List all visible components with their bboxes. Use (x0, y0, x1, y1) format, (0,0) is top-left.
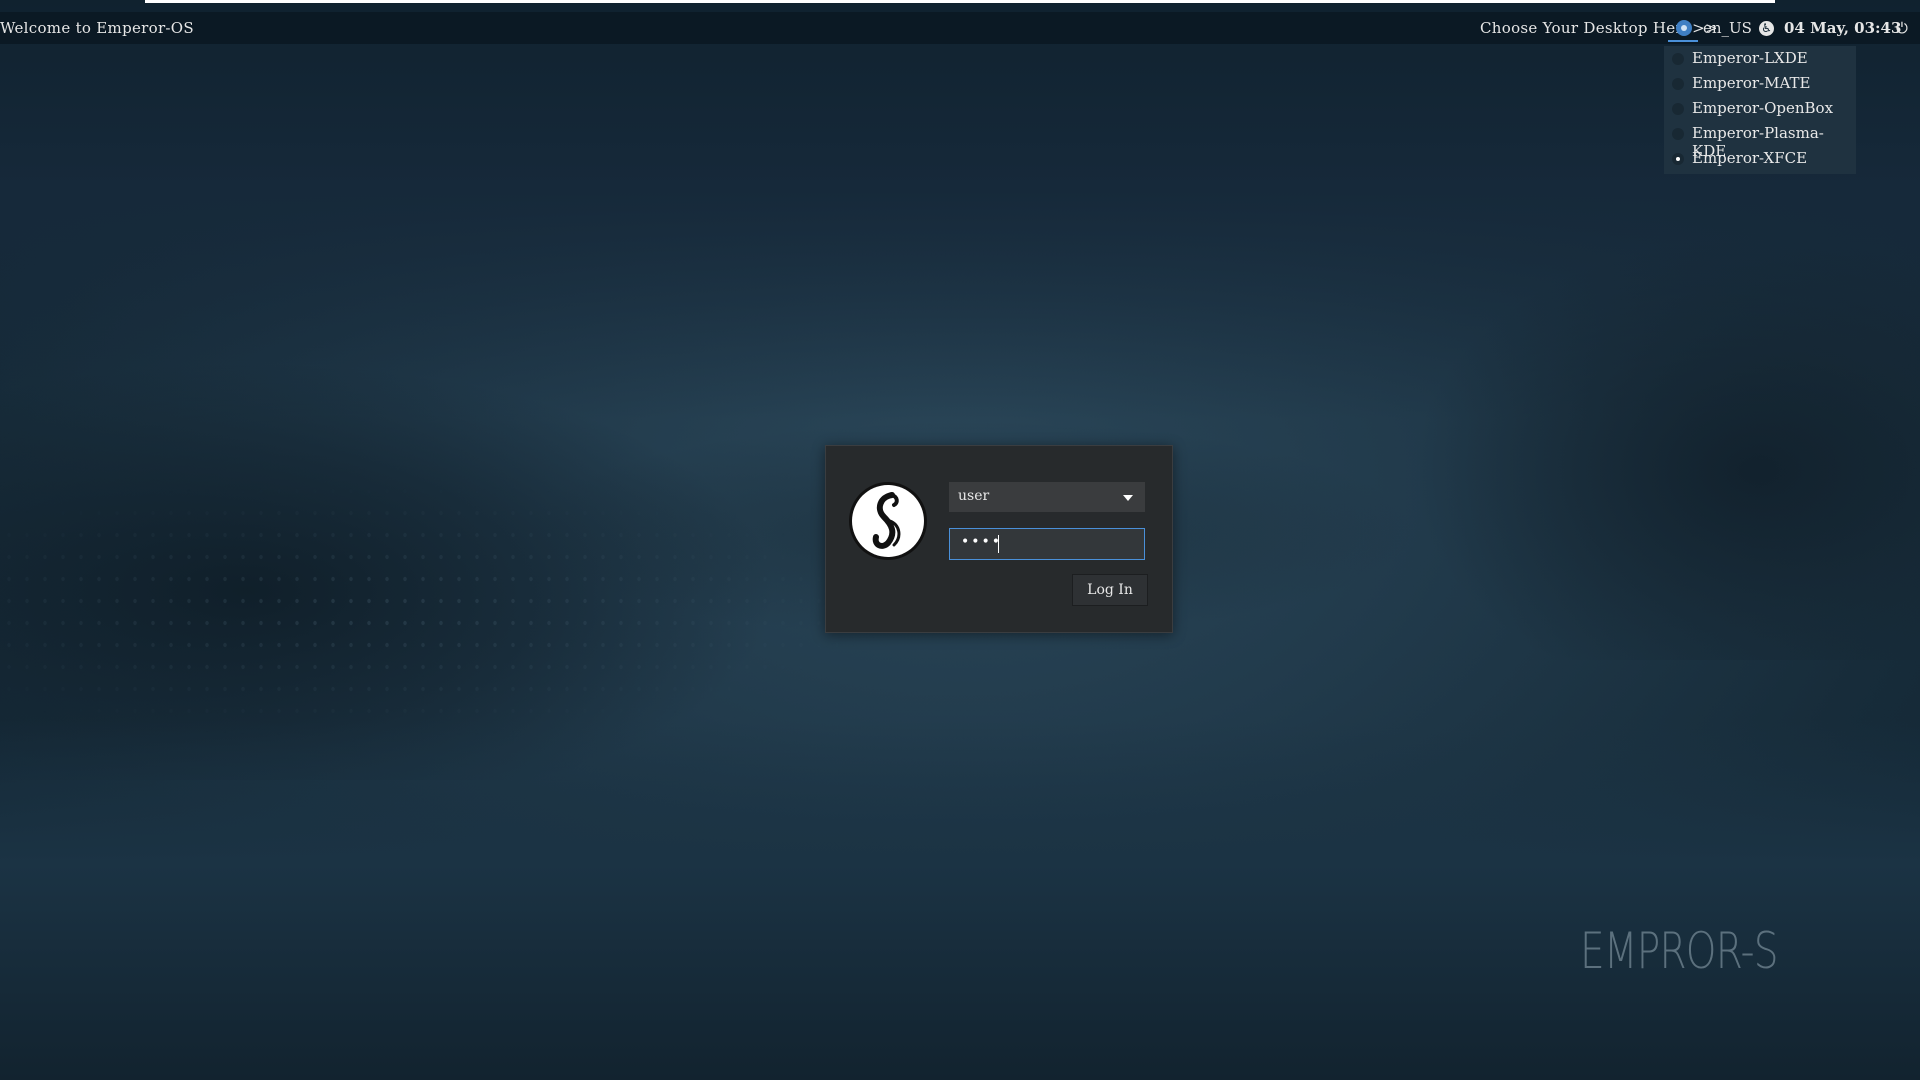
login-dialog: user •••• Log In (825, 445, 1173, 633)
language-selector[interactable]: en_US (1703, 19, 1752, 37)
user-select[interactable]: user (949, 482, 1145, 512)
top-panel: Welcome to Emperor-OS Choose Your Deskto… (0, 12, 1920, 44)
session-item-lxde[interactable]: Emperor-LXDE (1664, 46, 1856, 71)
background-ground (0, 720, 1920, 1080)
session-menu: Emperor-LXDE Emperor-MATE Emperor-OpenBo… (1664, 46, 1856, 174)
session-item-label: Emperor-OpenBox (1692, 99, 1834, 117)
chevron-down-icon (1123, 495, 1133, 501)
logo-face (852, 485, 924, 557)
welcome-text: Welcome to Emperor-OS (0, 19, 194, 37)
background-snow (0, 480, 900, 740)
emperor-os-watermark: EMPROR-S (1580, 922, 1778, 980)
radio-icon (1672, 53, 1684, 65)
password-mask: •••• (961, 534, 1003, 550)
clock: 04 May, 03:43 (1784, 19, 1902, 37)
radio-icon (1672, 128, 1684, 140)
swan-logo-icon (872, 492, 901, 549)
power-icon[interactable]: ⏻ (1896, 20, 1912, 36)
background-sky (0, 0, 1920, 420)
session-item-mate[interactable]: Emperor-MATE (1664, 71, 1856, 96)
emperor-os-logo-icon (849, 482, 927, 560)
session-item-openbox[interactable]: Emperor-OpenBox (1664, 96, 1856, 121)
radio-checked-icon (1672, 153, 1684, 165)
session-icon (1676, 20, 1692, 36)
top-progress-line (145, 0, 1775, 3)
session-item-label: Emperor-XFCE (1692, 149, 1808, 167)
radio-icon (1672, 78, 1684, 90)
session-menu-button[interactable] (1668, 18, 1698, 42)
user-select-value: user (958, 488, 990, 504)
session-item-label: Emperor-LXDE (1692, 49, 1808, 67)
session-item-label: Emperor-MATE (1692, 74, 1811, 92)
accessibility-icon[interactable]: ♿ (1759, 21, 1774, 36)
text-caret (998, 535, 999, 553)
radio-icon (1672, 103, 1684, 115)
session-item-xfce[interactable]: Emperor-XFCE (1664, 146, 1856, 171)
login-button[interactable]: Log In (1072, 574, 1148, 606)
background-trees-right (1420, 240, 1920, 660)
password-field[interactable]: •••• (949, 528, 1145, 560)
background-trees-left (0, 360, 780, 780)
session-item-plasma-kde[interactable]: Emperor-Plasma-KDE (1664, 121, 1856, 160)
